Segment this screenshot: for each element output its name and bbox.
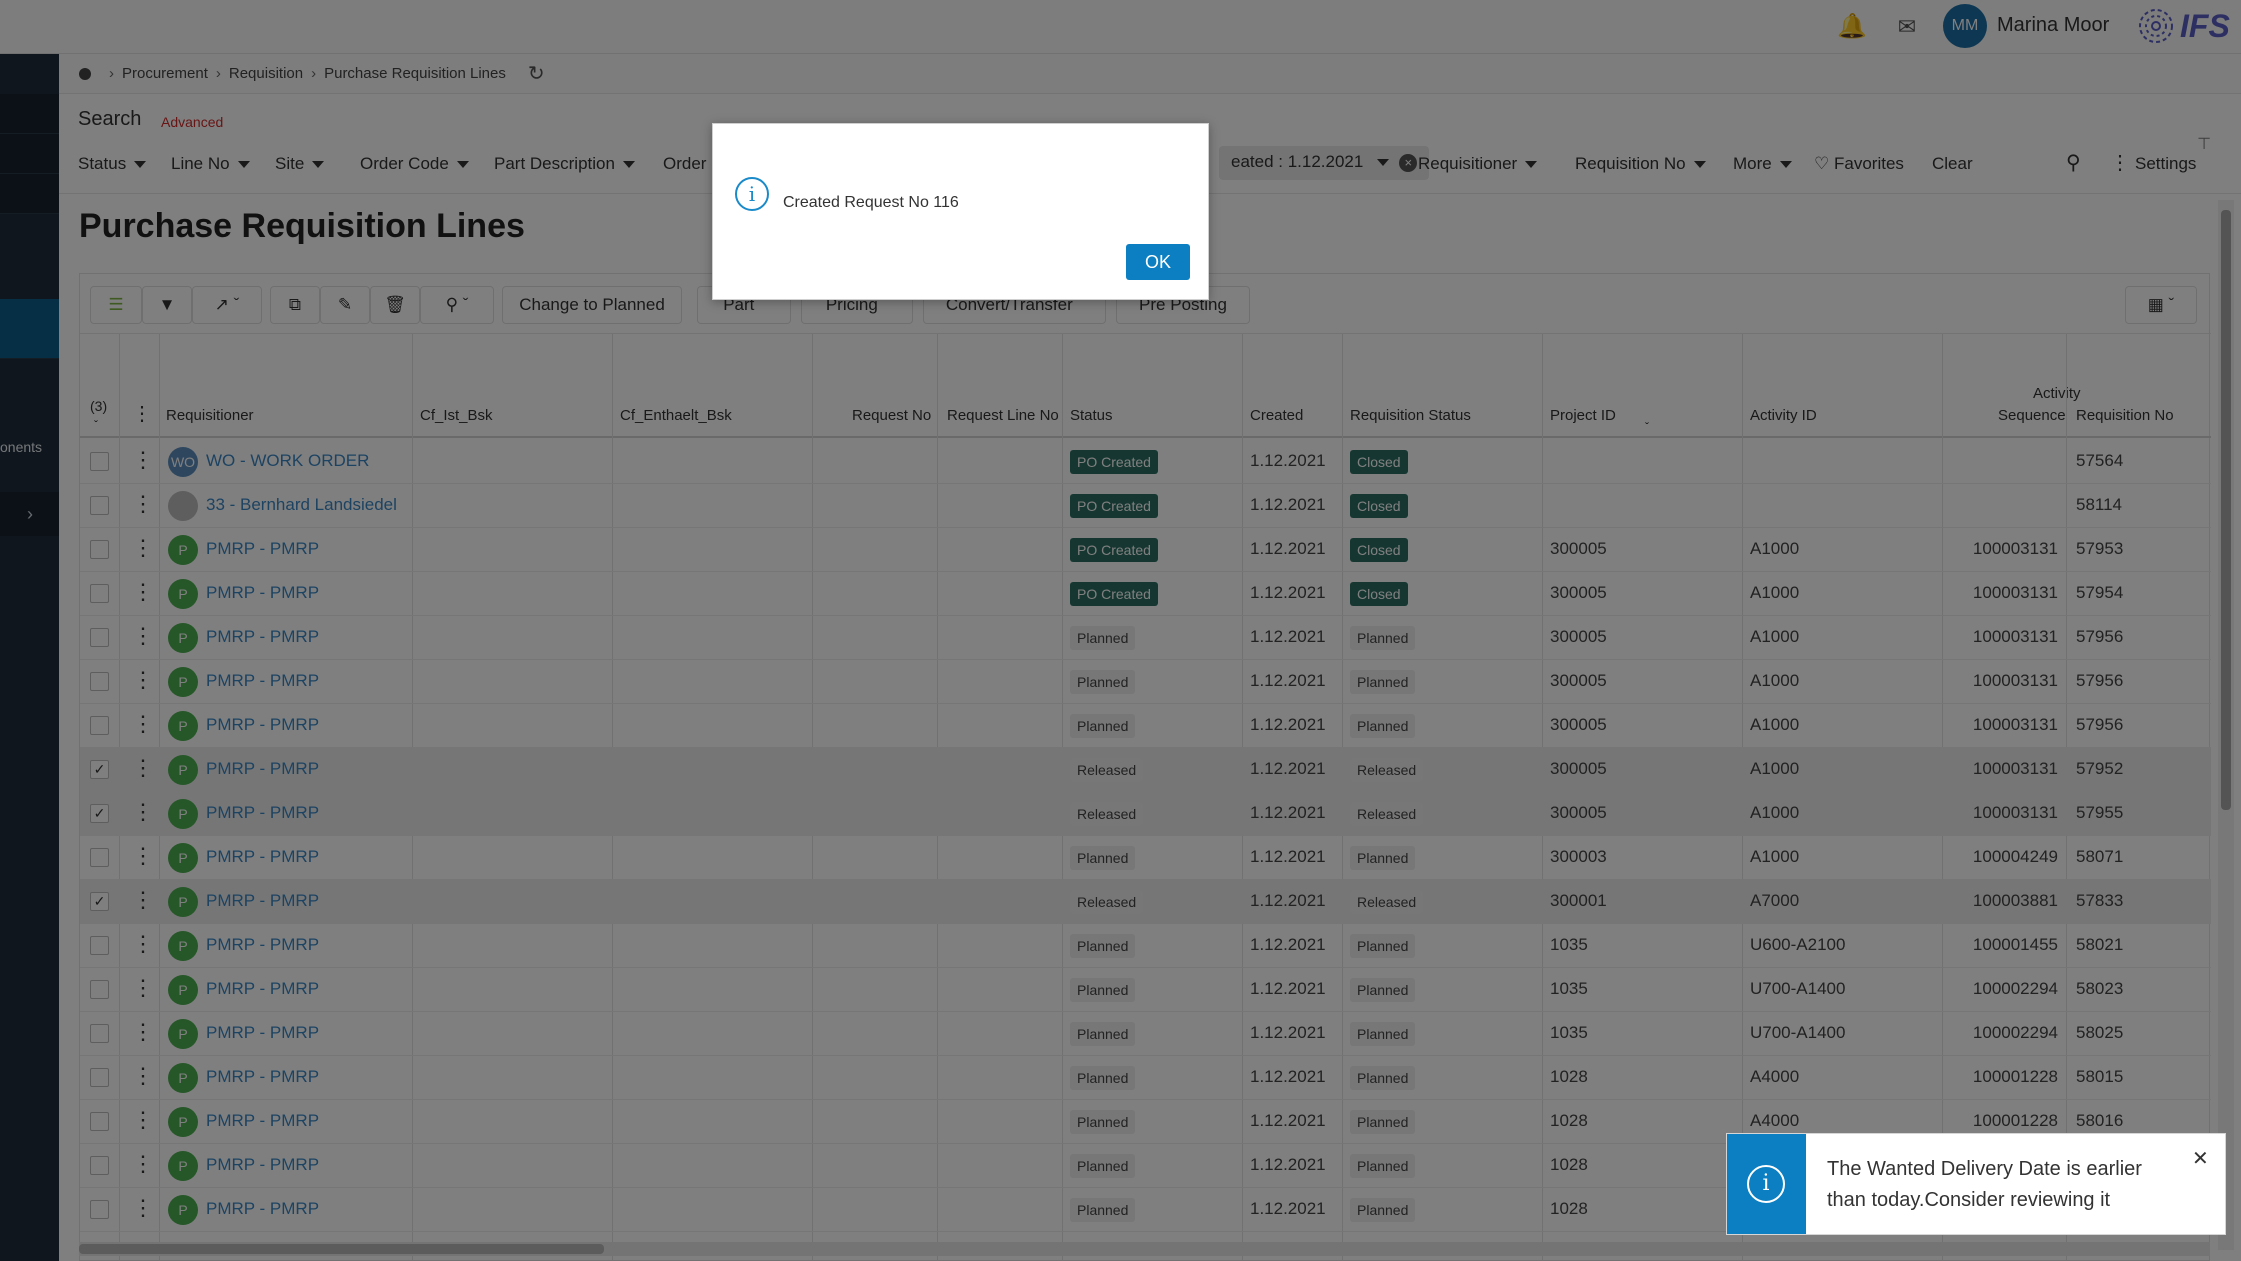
info-icon: i [735,177,769,211]
notification-toast: i The Wanted Delivery Date is earlier th… [1726,1133,2226,1235]
info-dialog: i Created Request No 116 OK [712,123,1209,300]
info-icon: i [1747,1165,1785,1203]
toast-icon-band: i [1727,1134,1806,1234]
toast-message: The Wanted Delivery Date is earlier than… [1827,1158,2142,1211]
ok-button[interactable]: OK [1126,244,1190,280]
dialog-message: Created Request No 116 [783,194,959,211]
close-icon[interactable]: ✕ [2192,1146,2209,1171]
